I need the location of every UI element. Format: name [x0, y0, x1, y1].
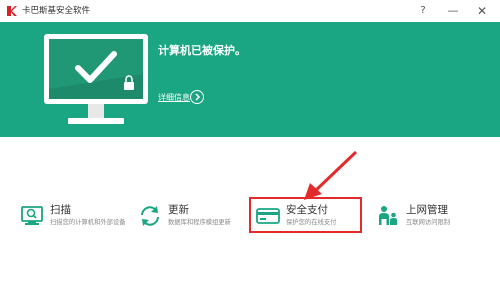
safe-pay-description: 保护您的在线支付: [286, 219, 337, 226]
update-description: 数据库和程序模组更新: [168, 219, 231, 226]
parental-control-label: 上网管理: [406, 204, 448, 216]
scan-icon: [21, 206, 43, 225]
minimize-button[interactable]: —: [445, 3, 461, 19]
parental-control-description: 互联网访问限制: [406, 219, 451, 226]
safe-pay-tool[interactable]: 安全支付 保护您的在线支付: [256, 204, 368, 244]
update-icon: [141, 206, 159, 226]
monitor-check-icon: [44, 34, 148, 124]
update-tool[interactable]: 更新 数据库和程序模组更新: [138, 204, 250, 244]
close-button[interactable]: ✕: [474, 3, 490, 19]
parental-control-icon: [379, 206, 397, 225]
card-icon: [256, 208, 280, 224]
update-label: 更新: [168, 204, 189, 216]
scan-tool[interactable]: 扫描 扫描您的计算机和外部设备: [20, 204, 132, 244]
details-link[interactable]: 详细信息: [158, 92, 190, 104]
safe-pay-label: 安全支付: [286, 204, 328, 216]
app-title: 卡巴斯基安全软件: [22, 6, 91, 16]
annotation-arrow-icon: [304, 150, 358, 200]
parental-control-tool[interactable]: 上网管理 互联网访问限制: [376, 204, 488, 244]
help-button[interactable]: ?: [415, 3, 431, 19]
protection-status-panel: 计算机已被保护。 详细信息: [0, 22, 500, 137]
details-arrow-icon[interactable]: [190, 90, 204, 104]
protection-status-text: 计算机已被保护。: [158, 44, 246, 57]
scan-label: 扫描: [50, 204, 71, 216]
title-bar: 卡巴斯基安全软件 ? — ✕: [0, 0, 500, 22]
scan-description: 扫描您的计算机和外部设备: [50, 219, 126, 226]
kaspersky-logo-icon: [7, 6, 17, 16]
